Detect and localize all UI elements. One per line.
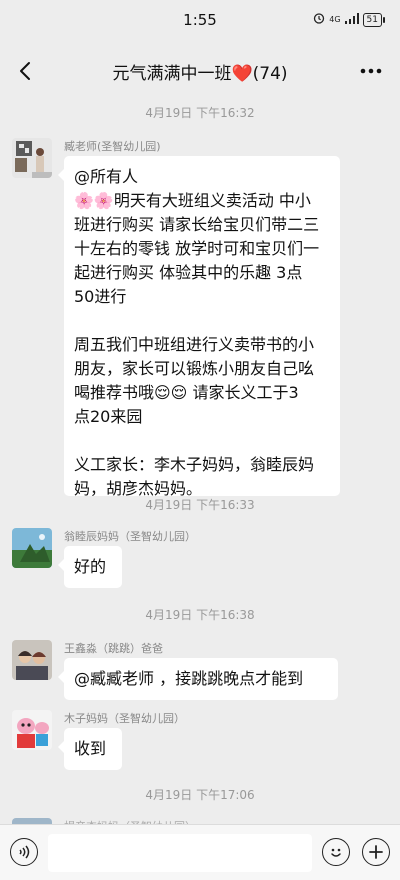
message-input[interactable] bbox=[48, 834, 312, 872]
message-line: @所有人 bbox=[74, 167, 139, 186]
chat-title: 元气满满中一班❤️(74) bbox=[112, 63, 288, 84]
message-line: 喝推荐书哦😌😌 请家长义工于3 bbox=[74, 383, 299, 402]
message-line: 义工家长：李木子妈妈，翁睦辰妈 bbox=[74, 455, 315, 474]
more-dots-icon bbox=[360, 68, 382, 74]
message-line: 十左右的零钱 放学时可和宝贝们一 bbox=[74, 239, 320, 258]
status-bar: 1:55 4G 51 bbox=[0, 0, 400, 40]
plus-button[interactable] bbox=[362, 838, 390, 866]
emoji-button[interactable] bbox=[322, 838, 350, 866]
back-arrow-icon bbox=[20, 62, 30, 80]
sender-name: 王鑫淼（跳跳）爸爸 bbox=[64, 642, 163, 655]
message-line: 班进行购买 请家长给宝贝们带二三 bbox=[74, 215, 320, 234]
timestamp: 4月19日 下午16:32 bbox=[145, 106, 255, 120]
status-time: 1:55 bbox=[183, 11, 217, 29]
plus-icon bbox=[369, 845, 383, 859]
message-line: 点20来园 bbox=[74, 407, 143, 426]
more-button[interactable] bbox=[356, 58, 386, 84]
avatar[interactable] bbox=[12, 138, 52, 178]
status-icons: 4G 51 bbox=[313, 12, 386, 27]
message-text: 好的 bbox=[74, 557, 107, 576]
signal-icon bbox=[344, 12, 359, 27]
chat-header: 元气满满中一班❤️(74) bbox=[0, 48, 400, 94]
avatar[interactable] bbox=[12, 710, 52, 750]
message-line: 50进行 bbox=[74, 287, 127, 306]
input-bar bbox=[0, 824, 400, 880]
message-bubble[interactable]: @所有人 🌸🌸明天有大班组义卖活动 中小 班进行购买 请家长给宝贝们带二三 十左… bbox=[58, 156, 340, 498]
timestamp: 4月19日 下午16:33 bbox=[145, 498, 255, 512]
back-button[interactable] bbox=[12, 58, 38, 84]
message-bubble[interactable]: @臧臧老师 ，接跳跳晚点才能到 bbox=[58, 658, 338, 700]
sender-name: 臧老师(圣智幼儿园) bbox=[64, 140, 161, 153]
sender-name: 木子妈妈（圣智幼儿园） bbox=[64, 712, 185, 725]
voice-icon bbox=[19, 845, 30, 859]
message-text: 收到 bbox=[74, 739, 107, 758]
message-bubble[interactable]: 好的 bbox=[58, 546, 122, 588]
message-line: 周五我们中班组进行义卖带书的小 bbox=[74, 335, 315, 354]
network-type-label: 4G bbox=[329, 15, 341, 24]
voice-button[interactable] bbox=[10, 838, 38, 866]
avatar[interactable] bbox=[12, 640, 52, 680]
battery-icon: 51 bbox=[362, 12, 386, 27]
message-bubble[interactable]: 收到 bbox=[58, 728, 122, 770]
timestamp: 4月19日 下午17:06 bbox=[145, 788, 255, 802]
emoji-icon bbox=[331, 848, 341, 857]
timestamp: 4月19日 下午16:38 bbox=[145, 608, 255, 622]
avatar[interactable] bbox=[12, 528, 52, 568]
message-line: 朋友，家长可以锻炼小朋友自己吆 bbox=[74, 359, 315, 378]
alarm-icon bbox=[313, 12, 325, 27]
message-line: 起进行购买 体验其中的乐趣 3点 bbox=[74, 263, 303, 282]
message-text: @臧臧老师 ，接跳跳晚点才能到 bbox=[74, 669, 304, 688]
sender-name: 翁睦辰妈妈（圣智幼儿园） bbox=[64, 530, 196, 543]
message-line: 🌸🌸明天有大班组义卖活动 中小 bbox=[74, 191, 311, 210]
